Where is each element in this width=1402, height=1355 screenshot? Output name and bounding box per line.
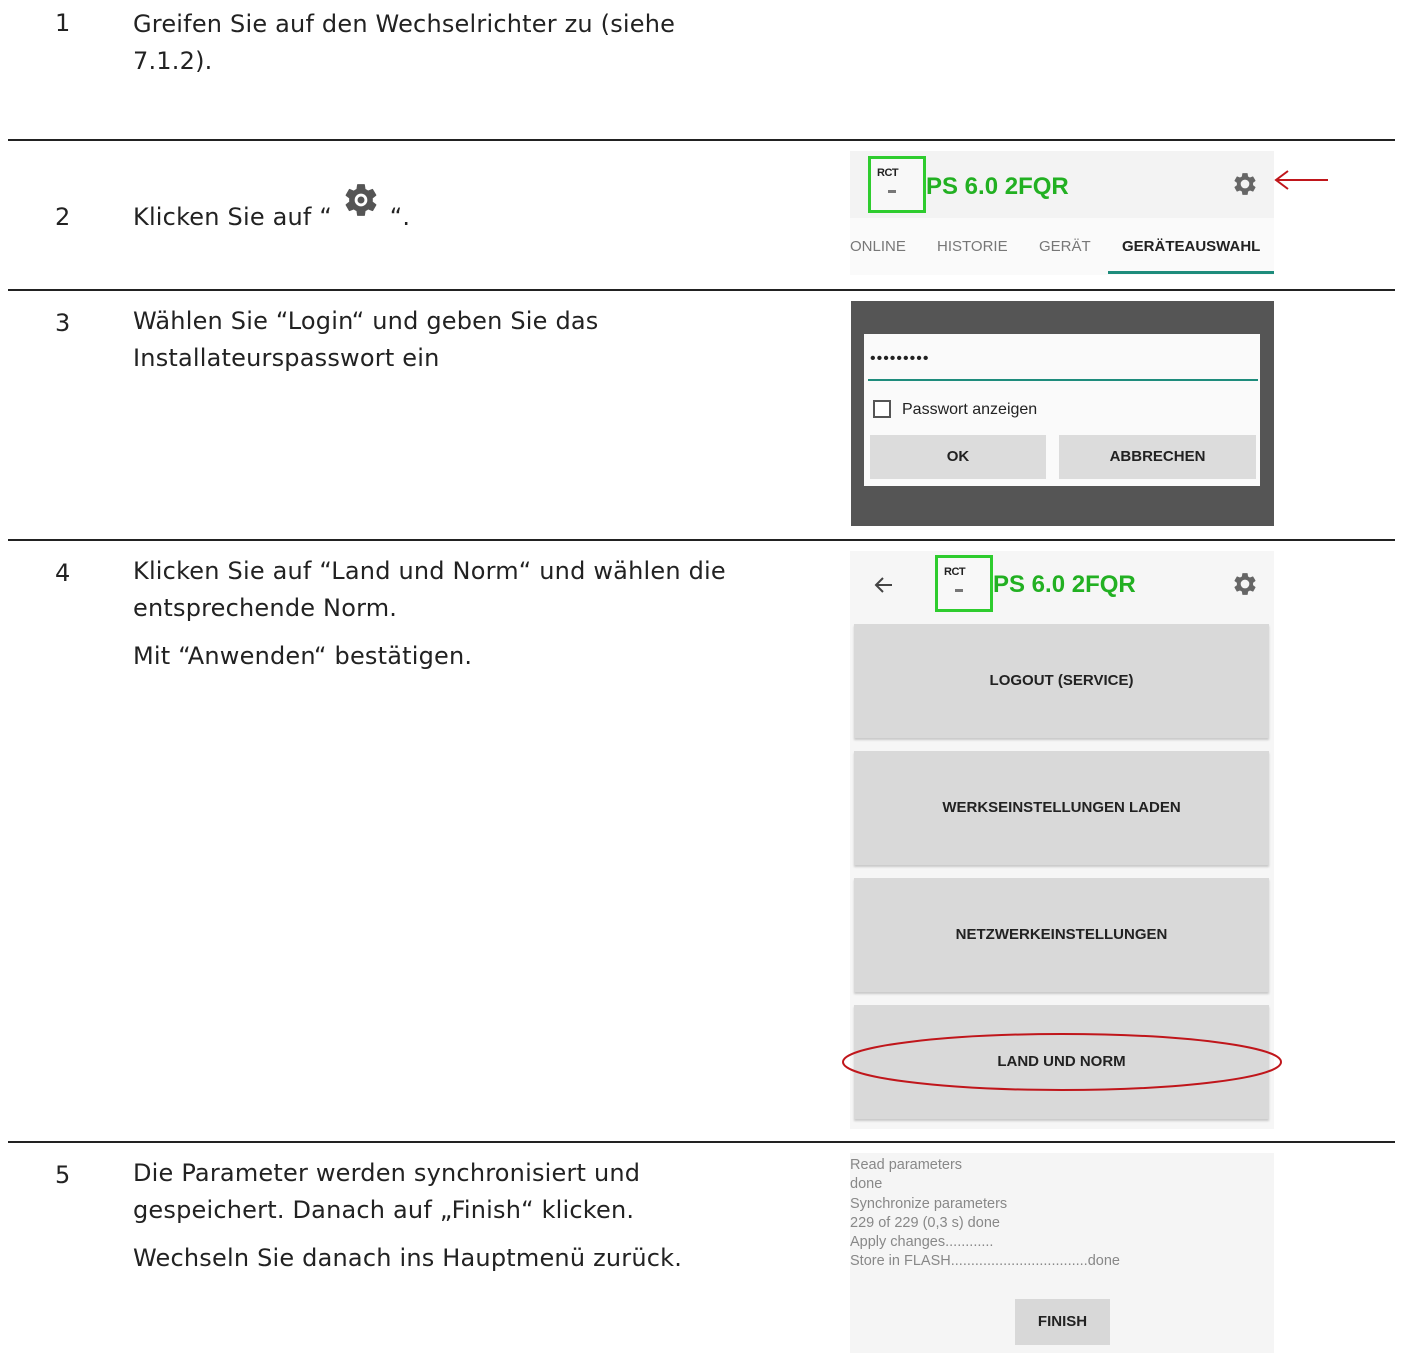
tab-online[interactable]: ONLINE (850, 238, 906, 255)
show-password-label: Passwort anzeigen (902, 401, 1038, 418)
password-input[interactable]: ••••••••• (870, 350, 929, 368)
highlight-ellipse (842, 1033, 1282, 1091)
logout-service-button[interactable]: LOGOUT (SERVICE) (854, 624, 1269, 738)
finish-button[interactable]: FINISH (1015, 1299, 1110, 1345)
device-name: PS 6.0 2FQR (993, 571, 1136, 598)
step-text: Die Parameter werden synchronisiert und … (133, 1159, 683, 1272)
step-number: 1 (55, 9, 71, 37)
step-text: Klicken Sie auf “ “. (133, 181, 410, 236)
login-dialog: ••••••••• Passwort anzeigen OK ABBRECHEN (864, 334, 1260, 486)
login-dialog-screenshot: ••••••••• Passwort anzeigen OK ABBRECHEN (851, 301, 1274, 526)
step-text: Greifen Sie auf den Wechselrichter zu (s… (133, 10, 676, 75)
back-arrow-icon[interactable] (872, 573, 896, 597)
step-text: Wählen Sie “Login“ und geben Sie das Ins… (133, 307, 599, 372)
step-4: 4 Klicken Sie auf “Land und Norm“ und wä… (0, 541, 1402, 1141)
rct-logo: RCT (868, 156, 926, 213)
gear-icon (345, 184, 377, 216)
rct-logo: RCT (935, 555, 993, 612)
cancel-button[interactable]: ABBRECHEN (1059, 435, 1256, 479)
red-arrow-icon (1274, 170, 1328, 190)
werkseinstellungen-laden-button[interactable]: WERKSEINSTELLUNGEN LADEN (854, 751, 1269, 865)
sync-log-screenshot: Read parameters done Synchronize paramet… (850, 1153, 1274, 1353)
tab-geraet[interactable]: GERÄT (1039, 238, 1091, 255)
netzwerkeinstellungen-button[interactable]: NETZWERKEINSTELLUNGEN (854, 878, 1269, 992)
ok-button[interactable]: OK (870, 435, 1046, 479)
step-number: 4 (55, 559, 71, 587)
tab-historie[interactable]: HISTORIE (937, 238, 1008, 255)
gear-icon[interactable] (1232, 171, 1258, 197)
step-number: 2 (55, 203, 71, 231)
show-password-checkbox[interactable] (873, 400, 891, 418)
step-5: 5 Die Parameter werden synchronisiert un… (0, 1143, 1402, 1355)
app-header-screenshot: RCT PS 6.0 2FQR ONLINE HISTORIE GERÄT GE… (850, 151, 1274, 275)
step-1: 1 Greifen Sie auf den Wechselrichter zu … (0, 0, 1402, 140)
tab-geraeteauswahl[interactable]: GERÄTEAUSWAHL (1122, 238, 1260, 255)
step-2: 2 Klicken Sie auf “ “. RCT PS 6.0 2FQR O… (0, 141, 1402, 289)
active-tab-underline (1108, 271, 1274, 274)
step-number: 3 (55, 309, 71, 337)
step-number: 5 (55, 1161, 71, 1189)
step-text: Klicken Sie auf “Land und Norm“ und wähl… (133, 557, 726, 670)
step-3: 3 Wählen Sie “Login“ und geben Sie das I… (0, 291, 1402, 539)
gear-icon[interactable] (1232, 571, 1258, 597)
device-name: PS 6.0 2FQR (926, 173, 1069, 200)
sync-log: Read parameters done Synchronize paramet… (850, 1157, 1120, 1270)
